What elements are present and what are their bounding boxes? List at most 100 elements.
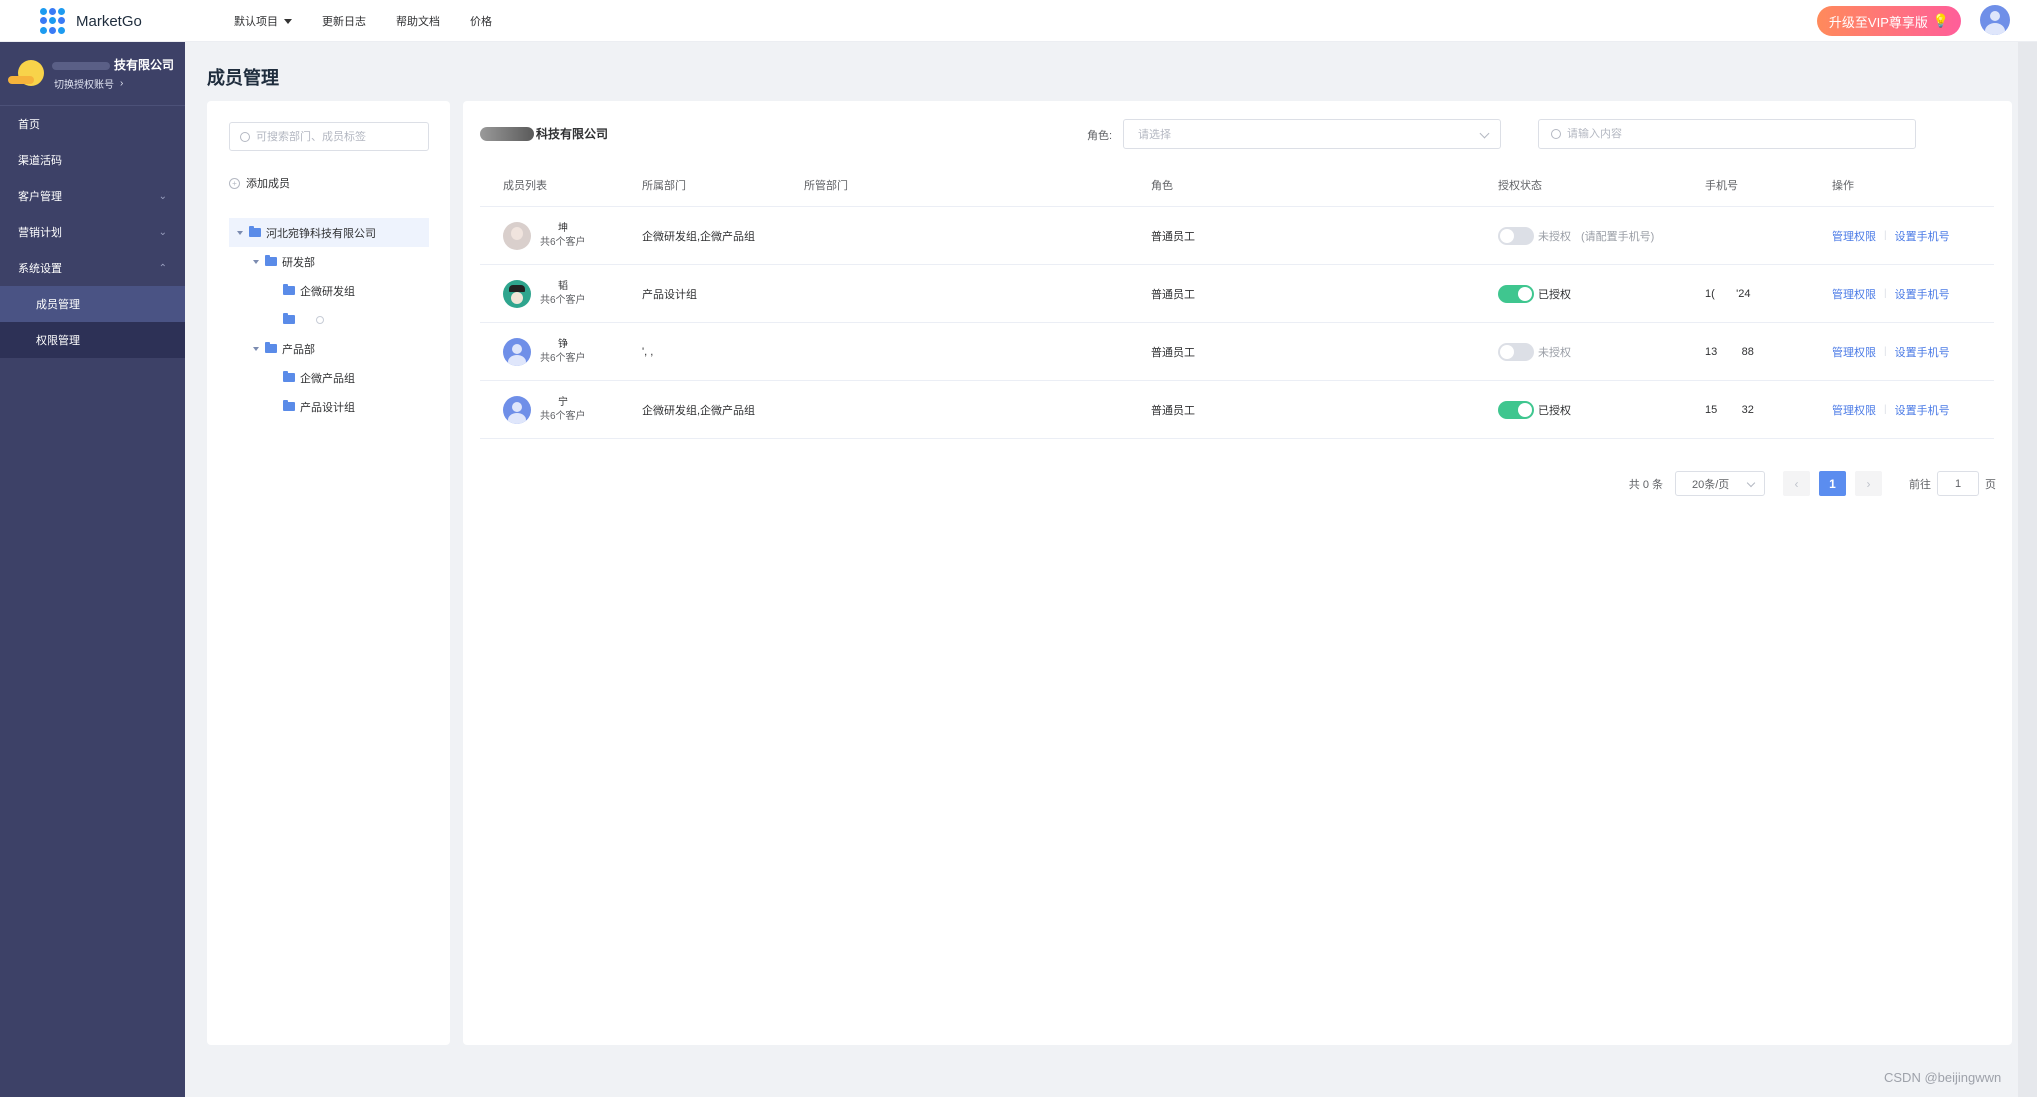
sidebar-item-settings[interactable]: 系统设置 ⌃ — [0, 250, 185, 286]
col-managed-dept: 所管部门 — [804, 179, 848, 192]
sidebar-menu: 首页 渠道活码 客户管理 ⌄ 营销计划 ⌄ 系统设置 ⌃ 成员管理 权限管理 — [0, 106, 185, 358]
sidebar-item-members[interactable]: 成员管理 — [0, 286, 185, 322]
col-department: 所属部门 — [642, 179, 686, 192]
set-phone-link[interactable]: 设置手机号 — [1895, 286, 1950, 302]
member-role: 普通员工 — [1151, 404, 1195, 417]
manage-permission-link[interactable]: 管理权限 — [1832, 286, 1876, 302]
nav-project-label: 默认项目 — [234, 16, 278, 28]
member-phone: 1( '24 — [1705, 287, 1751, 300]
caret-down-icon — [253, 346, 259, 351]
chevron-down-icon — [1479, 128, 1490, 139]
manage-permission-link[interactable]: 管理权限 — [1832, 402, 1876, 418]
upgrade-vip-label: 升级至VIP尊享版 — [1828, 14, 1928, 30]
divider: | — [1884, 230, 1887, 241]
role-filter-select[interactable]: 请选择 — [1123, 119, 1501, 149]
member-role: 普通员工 — [1151, 230, 1195, 243]
plus-icon: + — [229, 177, 240, 189]
department-tree: 河北宛铮科技有限公司 研发部 企微研发组 产品部 企微产品组 产品设计组 — [229, 218, 429, 421]
table-row: 宁 共6个客户 企微研发组,企微产品组 普通员工 已授权 15 32 管理权限 … — [480, 381, 1994, 439]
member-customer-count: 共6个客户 — [540, 236, 586, 248]
nav-pricing[interactable]: 价格 — [470, 13, 492, 29]
prev-page-button[interactable]: ‹ — [1783, 471, 1810, 496]
chevron-down-icon: ⌄ — [158, 190, 167, 202]
page-number-button[interactable]: 1 — [1819, 471, 1846, 496]
page-size-select[interactable]: 20条/页 — [1675, 471, 1765, 496]
sidebar-item-marketing[interactable]: 营销计划 ⌄ — [0, 214, 185, 250]
divider: | — [1884, 346, 1887, 357]
next-page-button[interactable]: › — [1855, 471, 1882, 496]
member-name: 铮 — [558, 338, 568, 350]
tree-node-product-design[interactable]: 产品设计组 — [229, 392, 429, 421]
switch-account-link[interactable]: 切换授权账号 › — [54, 76, 123, 91]
nav-changelog[interactable]: 更新日志 — [322, 13, 366, 29]
search-icon — [1551, 129, 1561, 139]
goto-page-input[interactable] — [1937, 471, 1979, 496]
member-customer-count: 共6个客户 — [540, 410, 586, 422]
auth-toggle[interactable] — [1498, 226, 1534, 245]
set-phone-link[interactable]: 设置手机号 — [1895, 402, 1950, 418]
role-filter-label: 角色: — [1087, 130, 1113, 142]
member-role: 普通员工 — [1151, 346, 1195, 359]
manage-permission-link[interactable]: 管理权限 — [1832, 344, 1876, 360]
avatar — [503, 279, 531, 308]
upgrade-vip-button[interactable]: 升级至VIP尊享版 💡 — [1817, 6, 1961, 36]
sidebar-item-customers[interactable]: 客户管理 ⌄ — [0, 178, 185, 214]
nav-help-docs[interactable]: 帮助文档 — [396, 13, 440, 29]
auth-status-text: 未授权 — [1538, 230, 1571, 243]
tree-node-unnamed[interactable] — [229, 305, 429, 334]
tree-node-rnd[interactable]: 研发部 — [229, 247, 429, 276]
member-department: 产品设计组 — [642, 288, 697, 301]
location-pin-icon — [316, 315, 324, 324]
sidebar-item-permissions[interactable]: 权限管理 — [0, 322, 185, 358]
caret-down-icon — [253, 259, 259, 264]
caret-down-icon — [284, 18, 292, 24]
window-edge — [2018, 42, 2037, 1097]
role-filter-placeholder: 请选择 — [1138, 129, 1171, 141]
sidebar-item-home[interactable]: 首页 — [0, 106, 185, 142]
tree-search[interactable] — [229, 122, 429, 151]
company-name: 技有限公司 — [52, 56, 174, 73]
company-logo — [8, 56, 48, 88]
goto-suffix: 页 — [1985, 478, 1996, 491]
tree-node-product[interactable]: 产品部 — [229, 334, 429, 363]
col-actions: 操作 — [1832, 179, 1854, 192]
tree-node-wework-dev[interactable]: 企微研发组 — [229, 276, 429, 305]
folder-icon — [249, 226, 261, 237]
folder-icon — [265, 342, 277, 353]
table-header: 成员列表 所属部门 所管部门 角色 授权状态 手机号 操作 — [480, 163, 1994, 207]
nav-project-dropdown[interactable]: 默认项目 — [234, 13, 292, 29]
sidebar: 技有限公司 切换授权账号 › 首页 渠道活码 客户管理 ⌄ 营销计划 ⌄ 系统设置 ⌃… — [0, 42, 185, 1097]
auth-toggle[interactable] — [1498, 284, 1534, 303]
pagination-total: 共 0 条 — [1628, 478, 1663, 491]
set-phone-link[interactable]: 设置手机号 — [1895, 228, 1950, 244]
watermark: CSDN @beijingwwn — [1884, 1070, 2002, 1085]
member-phone: 15 32 — [1705, 403, 1754, 416]
auth-toggle[interactable] — [1498, 342, 1534, 361]
tree-node-wework-product[interactable]: 企微产品组 — [229, 363, 429, 392]
member-department: 企微研发组,企微产品组 — [642, 230, 756, 243]
avatar — [503, 395, 531, 424]
add-member-button[interactable]: + 添加成员 — [229, 175, 290, 191]
set-phone-link[interactable]: 设置手机号 — [1895, 344, 1950, 360]
app-logo[interactable]: MarketGo — [40, 8, 142, 34]
member-search[interactable] — [1538, 119, 1916, 149]
page-title: 成员管理 — [207, 68, 279, 88]
auth-status-text: 未授权 — [1538, 346, 1571, 359]
avatar — [503, 221, 531, 250]
department-tree-panel: + 添加成员 河北宛铮科技有限公司 研发部 企微研发组 产品部 — [207, 101, 450, 1045]
member-search-input[interactable] — [1567, 128, 1717, 140]
folder-icon — [283, 284, 295, 295]
manage-permission-link[interactable]: 管理权限 — [1832, 228, 1876, 244]
logo-icon — [40, 8, 66, 34]
col-member: 成员列表 — [503, 179, 547, 192]
tree-node-company[interactable]: 河北宛铮科技有限公司 — [229, 218, 429, 247]
lightbulb-icon: 💡 — [1932, 13, 1950, 28]
sidebar-item-channel-codes[interactable]: 渠道活码 — [0, 142, 185, 178]
user-avatar[interactable] — [1980, 5, 2010, 35]
auth-toggle[interactable] — [1498, 400, 1534, 419]
search-icon — [240, 131, 250, 142]
app-name: MarketGo — [76, 12, 142, 30]
tree-search-input[interactable] — [256, 130, 406, 143]
table-row: 铮 共6个客户 ', , 普通员工 未授权 13 88 管理权限 | 设置手机号 — [480, 323, 1994, 381]
divider: | — [1884, 404, 1887, 415]
